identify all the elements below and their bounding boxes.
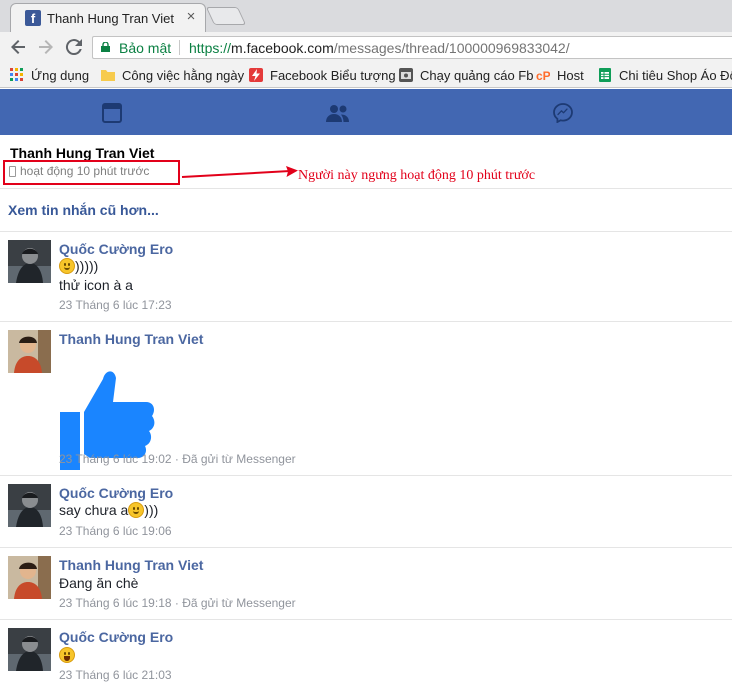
highlight-box [3, 160, 180, 185]
lock-icon [101, 42, 110, 52]
avatar[interactable] [8, 484, 51, 527]
camera-icon [399, 68, 413, 82]
message-timestamp: 23 Tháng 6 lúc 19:02 · Đã gửi từ Messeng… [59, 452, 296, 466]
bookmarks-bar: Ứng dụng Công việc hằng ngày Facebook Bi… [0, 62, 732, 88]
browser-tab[interactable]: f Thanh Hung Tran Viet × [10, 3, 206, 33]
older-messages-row: Xem tin nhắn cũ hơn... [0, 189, 732, 232]
sender-name[interactable]: Quốc Cường Ero [59, 485, 173, 501]
close-tab-icon[interactable]: × [183, 8, 199, 26]
grin-emoji-icon [59, 647, 75, 663]
bookmark-daily-work[interactable]: Công việc hằng ngày [101, 66, 244, 84]
bookmark-host[interactable]: cP Host [536, 66, 584, 84]
friends-icon[interactable] [326, 103, 350, 123]
back-arrow-icon [11, 40, 25, 54]
apps-grid-icon [10, 68, 23, 81]
new-tab-button[interactable] [205, 7, 247, 25]
thread-header: Thanh Hung Tran Viet hoạt động 10 phút t… [0, 135, 732, 189]
sender-name[interactable]: Quốc Cường Ero [59, 629, 173, 645]
reload-icon [65, 39, 82, 56]
address-bar[interactable]: Bảo mật https://m.facebook.com/messages/… [92, 36, 732, 59]
message-text: say chưa a ))) [59, 502, 159, 518]
bookmark-facebook-icons[interactable]: Facebook Biểu tượng [249, 66, 396, 84]
sheets-icon [599, 68, 611, 82]
message-timestamp: 23 Tháng 6 lúc 21:03 [59, 668, 172, 682]
see-older-messages-link[interactable]: Xem tin nhắn cũ hơn... [8, 202, 159, 218]
annotation-arrow [181, 166, 298, 178]
bookmark-shop-expenses[interactable]: Chi tiêu Shop Áo Đôi [598, 66, 732, 84]
message-item: Thanh Hung Tran Viet 23 Tháng 6 lúc 19:0… [0, 322, 732, 476]
sender-name[interactable]: Thanh Hung Tran Viet [59, 331, 203, 347]
avatar[interactable] [8, 330, 51, 373]
message-item: Quốc Cường Ero 23 Tháng 6 lúc 21:03 [0, 620, 732, 697]
message-text: Đang ăn chè [59, 575, 139, 591]
sender-name[interactable]: Quốc Cường Ero [59, 241, 173, 257]
forward-button[interactable] [34, 35, 58, 59]
messenger-icon[interactable] [553, 103, 573, 123]
cpanel-icon: cP [536, 69, 550, 82]
thread-title: Thanh Hung Tran Viet [10, 145, 155, 161]
facebook-nav-bar [0, 89, 732, 135]
feed-icon[interactable] [102, 103, 122, 123]
message-item: Quốc Cường Ero ))))) thử icon à a 23 Thá… [0, 232, 732, 322]
svg-text:cP: cP [536, 69, 550, 82]
avatar[interactable] [8, 628, 51, 671]
url-text: https://m.facebook.com/messages/thread/1… [189, 40, 570, 56]
message-timestamp: 23 Tháng 6 lúc 19:06 [59, 524, 172, 538]
facebook-favicon-icon: f [25, 10, 41, 26]
avatar[interactable] [8, 556, 51, 599]
lightning-icon [249, 68, 263, 82]
message-timestamp: 23 Tháng 6 lúc 19:18 · Đã gửi từ Messeng… [59, 596, 296, 610]
message-text: thử icon à a [59, 277, 133, 293]
message-text: ))))) [59, 258, 98, 274]
smile-emoji-icon [128, 502, 145, 518]
message-item: Thanh Hung Tran Viet Đang ăn chè 23 Thán… [0, 548, 732, 620]
tab-title: Thanh Hung Tran Viet [47, 11, 174, 26]
smile-emoji-icon [59, 258, 75, 274]
bookmark-fb-ads[interactable]: Chạy quảng cáo Fb [399, 66, 533, 84]
forward-arrow-icon [39, 40, 53, 54]
secure-label: Bảo mật [119, 40, 172, 56]
tab-strip: f Thanh Hung Tran Viet × [0, 0, 732, 33]
message-text [59, 647, 75, 663]
message-item: Quốc Cường Ero say chưa a ))) 23 Tháng 6… [0, 476, 732, 548]
browser-toolbar: Bảo mật https://m.facebook.com/messages/… [0, 32, 732, 62]
avatar[interactable] [8, 240, 51, 283]
sender-name[interactable]: Thanh Hung Tran Viet [59, 557, 203, 573]
reload-button[interactable] [62, 35, 86, 59]
back-button[interactable] [6, 35, 30, 59]
annotation-text: Người này ngưng hoạt động 10 phút trước [298, 168, 536, 183]
bookmark-apps[interactable]: Ứng dụng [10, 66, 89, 84]
folder-icon [101, 70, 115, 81]
omnibox-divider [179, 40, 180, 55]
message-timestamp: 23 Tháng 6 lúc 17:23 [59, 298, 172, 312]
